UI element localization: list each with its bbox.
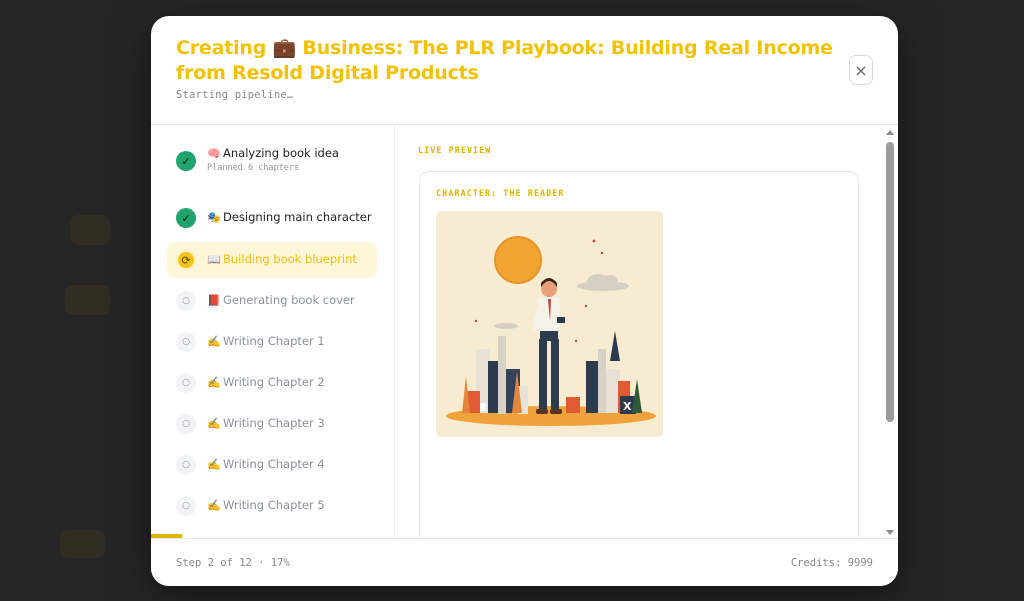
pipeline-step: ○ ✍️ Writing Chapter 3: [167, 406, 377, 442]
step-emoji-icon: 🧠: [207, 147, 221, 160]
pipeline-step-label: 📖 Building book blueprint: [207, 252, 357, 266]
modal-title: Creating 💼 Business: The PLR Playbook: B…: [176, 37, 833, 84]
step-text: Writing Chapter 5: [223, 498, 325, 512]
scrollbar-thumb[interactable]: [886, 142, 894, 422]
generation-modal: Creating 💼 Business: The PLR Playbook: B…: [151, 16, 898, 586]
background-shape: [70, 215, 110, 245]
pipeline-step: ○ ✍️ Writing Chapter 2: [167, 365, 377, 401]
pipeline-step-label: ✍️ Writing Chapter 4: [207, 457, 325, 471]
pipeline-status: Starting pipeline…: [176, 89, 294, 101]
step-emoji-icon: ✍️: [207, 335, 221, 348]
pipeline-step-label: ✍️ Writing Chapter 5: [207, 498, 325, 512]
step-text: Writing Chapter 3: [223, 416, 325, 430]
pipeline-step-label: 📕 Generating book cover: [207, 293, 355, 307]
check-icon: ✓: [176, 151, 196, 171]
credits-text: Credits: 9999: [790, 557, 873, 569]
pipeline-step-label: 🧠 Analyzing book idea: [207, 146, 339, 160]
scroll-up-arrow-icon[interactable]: [886, 130, 894, 135]
pending-circle-icon: ○: [176, 373, 196, 393]
modal-footer: Step 2 of 12 · 17% Credits: 9999: [151, 538, 898, 586]
svg-text:X: X: [623, 400, 632, 413]
close-icon: ×: [854, 60, 868, 80]
pending-circle-icon: ○: [176, 291, 196, 311]
modal-header: Creating 💼 Business: The PLR Playbook: B…: [151, 16, 898, 125]
step-emoji-icon: ✍️: [207, 458, 221, 471]
live-preview-panel[interactable]: LIVE PREVIEW CHARACTER: THE READER X: [396, 125, 898, 538]
pipeline-step-label: ✍️ Writing Chapter 3: [207, 416, 325, 430]
character-illustration-image: X: [436, 211, 663, 437]
close-button[interactable]: ×: [849, 55, 873, 85]
background-shape: [60, 530, 105, 558]
pipeline-step: ○ 📕 Generating book cover: [167, 283, 377, 319]
pending-circle-icon: ○: [176, 455, 196, 475]
pipeline-step: ✓ 🧠 Analyzing book idea Planned 6 chapters: [167, 143, 377, 179]
step-text: Writing Chapter 4: [223, 457, 325, 471]
check-icon: ✓: [176, 208, 196, 228]
step-emoji-icon: 🎭: [207, 211, 221, 224]
step-text: Writing Chapter 2: [223, 375, 325, 389]
pipeline-step: ○ ✍️ Writing Chapter 5: [167, 488, 377, 524]
pipeline-step-label: 🎭 Designing main character: [207, 210, 372, 224]
character-heading: CHARACTER: THE READER: [436, 189, 565, 199]
step-detail: Planned 6 chapters: [207, 163, 300, 173]
preview-scrollbar[interactable]: [885, 130, 895, 535]
pipeline-step: ✓ 🎭 Designing main character: [167, 200, 377, 236]
pipeline-step: ○ ✍️ Writing Chapter 1: [167, 324, 377, 360]
step-emoji-icon: ✍️: [207, 417, 221, 430]
step-text: Building book blueprint: [223, 252, 357, 266]
pipeline-steps-list[interactable]: ✓ 🧠 Analyzing book idea Planned 6 chapters ✓…: [151, 125, 395, 538]
pending-circle-icon: ○: [176, 332, 196, 352]
step-emoji-icon: ✍️: [207, 376, 221, 389]
spinner-icon: ⟳: [176, 250, 196, 270]
step-text: Designing main character: [223, 210, 372, 224]
step-text: Writing Chapter 1: [223, 334, 325, 348]
pending-circle-icon: ○: [176, 414, 196, 434]
pipeline-step: ○ ✍️ Writing Chapter 4: [167, 447, 377, 483]
preview-card: CHARACTER: THE READER X: [419, 171, 859, 538]
background-shape: [65, 285, 110, 315]
step-text: Generating book cover: [223, 293, 355, 307]
step-progress-text: Step 2 of 12 · 17%: [176, 557, 290, 569]
live-preview-heading: LIVE PREVIEW: [418, 146, 492, 156]
step-emoji-icon: 📕: [207, 294, 221, 307]
step-emoji-icon: ✍️: [207, 499, 221, 512]
character-illustration: X: [436, 211, 663, 437]
pending-circle-icon: ○: [176, 496, 196, 516]
pipeline-step-label: ✍️ Writing Chapter 2: [207, 375, 325, 389]
pipeline-step-label: ✍️ Writing Chapter 1: [207, 334, 325, 348]
step-emoji-icon: 📖: [207, 253, 221, 266]
scroll-down-arrow-icon[interactable]: [886, 530, 894, 535]
pipeline-step: ⟳ 📖 Building book blueprint: [167, 242, 377, 278]
step-text: Analyzing book idea: [223, 146, 339, 160]
